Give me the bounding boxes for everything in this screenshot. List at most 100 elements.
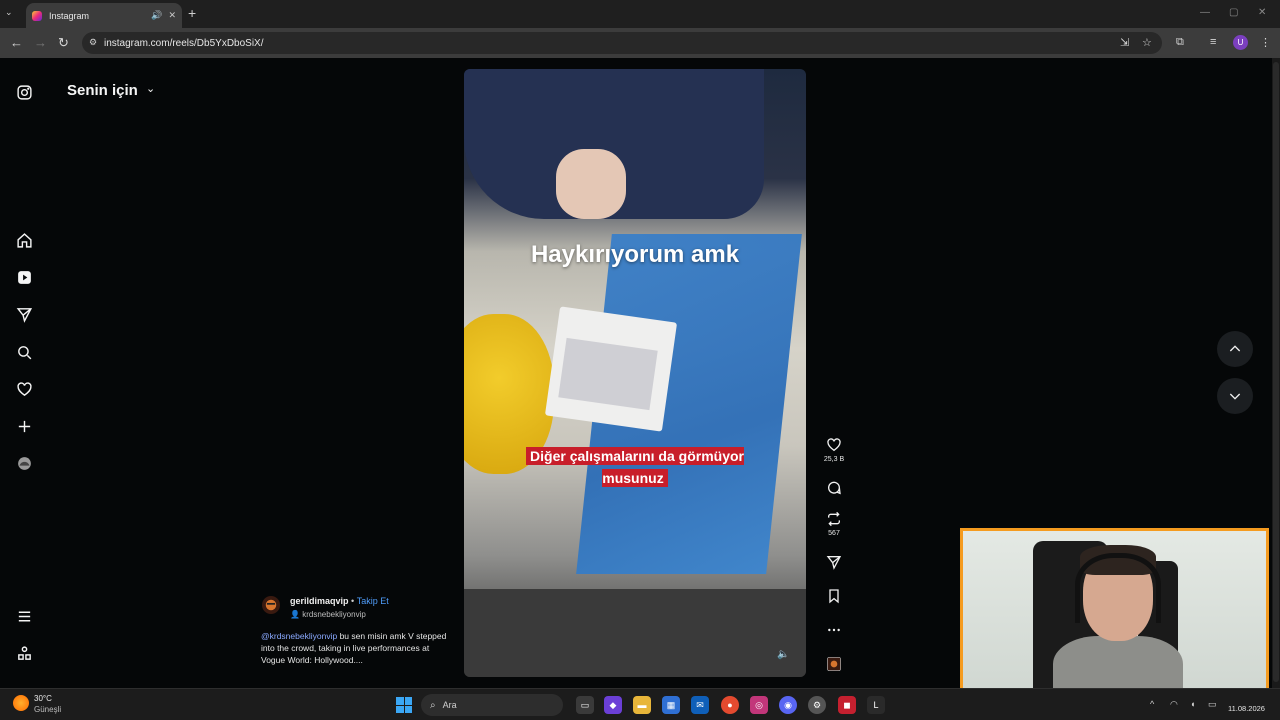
volume-icon[interactable]: ◖ [1190, 699, 1195, 709]
riot-icon[interactable]: ◼ [838, 696, 856, 714]
browser-tab-bar: ⌄ Instagram 🔊 ✕ + — ▢ ✕ [0, 0, 1280, 28]
video-caption-bottom-text: Diğer çalışmalarını da görmüyor musunuz [526, 447, 744, 487]
tray-chevron-icon[interactable]: ^ [1150, 699, 1154, 709]
forward-icon[interactable]: → [34, 35, 47, 50]
address-toolbar: ← → ↻ ⚙ instagram.com/reels/Db5YxDboSiX/… [0, 28, 1280, 58]
instagram-logo-icon[interactable] [14, 82, 34, 102]
author-line: gerildimaqvip • Takip Et [290, 596, 389, 606]
copilot-icon[interactable]: ◆ [604, 696, 622, 714]
next-reel-button[interactable] [1217, 378, 1253, 414]
profile-avatar[interactable]: U [1233, 35, 1248, 50]
page-scrollbar[interactable] [1272, 58, 1280, 688]
profile-avatar-icon[interactable] [14, 453, 34, 473]
url-text: instagram.com/reels/Db5YxDboSiX/ [104, 37, 264, 49]
league-icon[interactable]: L [867, 696, 885, 714]
windows-start-icon[interactable] [396, 697, 412, 713]
more-dots-icon [828, 628, 840, 632]
taskbar-search[interactable]: ⌕ Ara [421, 694, 563, 716]
tab-list-icon[interactable]: ⌄ [5, 7, 13, 18]
bookmark-icon [829, 589, 839, 604]
reels-icon[interactable] [14, 267, 34, 287]
weather-temperature[interactable]: 30°C [34, 694, 52, 703]
reload-icon[interactable]: ↻ [58, 35, 69, 51]
video-caption-bottom: Diğer çalışmalarını da görmüyor musunuz [509, 445, 761, 489]
audio-line[interactable]: 👤 krdsnebekliyonvip [290, 610, 366, 619]
media-control-icon[interactable]: ≡ [1210, 36, 1216, 48]
feed-title[interactable]: Senin için [67, 82, 138, 99]
steam-icon[interactable]: ⚙ [808, 696, 826, 714]
menu-kebab-icon[interactable]: ⋮ [1260, 36, 1271, 49]
video-scene-box-contents [558, 337, 658, 411]
share-button[interactable] [820, 554, 848, 573]
weather-sun-icon[interactable] [13, 695, 29, 711]
maximize-icon[interactable]: ▢ [1229, 7, 1238, 18]
follow-button[interactable]: Takip Et [357, 596, 389, 606]
speaker-icon[interactable]: 🔊 [151, 10, 162, 21]
post-description[interactable]: @krdsnebekliyonvip bu sen misin amk V st… [261, 630, 449, 666]
taskbar-date[interactable]: 11.08.2026 [1228, 704, 1265, 713]
site-info-icon[interactable]: ⚙ [89, 37, 97, 48]
chevron-down-icon[interactable]: ⌄ [146, 82, 155, 95]
create-plus-icon[interactable] [14, 416, 34, 436]
install-app-icon[interactable]: ⇲ [1120, 36, 1129, 49]
close-tab-icon[interactable]: ✕ [168, 10, 176, 21]
author-separator: • [351, 596, 355, 606]
previous-reel-button[interactable] [1217, 331, 1253, 367]
mute-icon[interactable]: 🔈 [777, 649, 789, 660]
apps-grid-icon[interactable] [14, 643, 34, 663]
discord-icon[interactable]: ◉ [779, 696, 797, 714]
back-icon[interactable]: ← [10, 35, 23, 50]
messages-send-icon[interactable] [14, 304, 34, 324]
audio-name: krdsnebekliyonvip [302, 610, 366, 619]
chrome-icon[interactable]: ● [721, 696, 739, 714]
tab-title: Instagram [49, 10, 90, 21]
more-menu-icon[interactable] [14, 606, 34, 626]
webcam-overlay [960, 528, 1269, 704]
author-avatar[interactable] [262, 596, 280, 614]
repost-count: 567 [828, 530, 840, 537]
instagram-app-icon[interactable]: ◎ [750, 696, 768, 714]
chevron-up-icon [1229, 345, 1241, 352]
file-explorer-icon[interactable]: ▬ [633, 696, 651, 714]
reel-video[interactable]: Haykırıyorum amk Diğer çalışmalarını da … [464, 69, 806, 677]
search-icon[interactable] [14, 342, 34, 362]
audio-avatar-icon [827, 657, 841, 671]
store-icon[interactable]: ▦ [662, 696, 680, 714]
taskbar-search-placeholder: Ara [442, 700, 457, 710]
url-field[interactable]: ⚙ instagram.com/reels/Db5YxDboSiX/ [82, 32, 1162, 54]
save-button[interactable] [820, 588, 848, 607]
mention-link[interactable]: @krdsnebekliyonvip [261, 631, 337, 641]
video-caption-top: Haykırıyorum amk [530, 241, 740, 268]
home-icon[interactable] [14, 230, 34, 250]
notifications-heart-icon[interactable] [14, 379, 34, 399]
bookmark-star-icon[interactable]: ☆ [1142, 36, 1152, 49]
send-icon [826, 556, 842, 570]
close-window-icon[interactable]: ✕ [1258, 7, 1266, 18]
headset-icon [1075, 553, 1161, 623]
heart-icon [827, 438, 841, 452]
minimize-icon[interactable]: — [1200, 7, 1210, 18]
task-view-icon[interactable]: ▭ [576, 696, 594, 714]
mail-icon[interactable]: ✉ [691, 696, 709, 714]
author-avatar-icon [265, 599, 277, 611]
browser-tab-instagram[interactable]: Instagram 🔊 ✕ [26, 3, 182, 28]
wifi-icon[interactable]: ◠ [1170, 699, 1178, 710]
scrollbar-thumb[interactable] [1273, 62, 1279, 682]
audio-thumbnail[interactable] [820, 656, 848, 675]
comment-button[interactable] [820, 480, 848, 499]
extensions-icon[interactable]: ⧉ [1176, 36, 1184, 49]
instagram-favicon-icon [32, 10, 42, 21]
user-small-icon: 👤 [290, 610, 300, 619]
windows-taskbar: 30°C Güneşli ⌕ Ara ▭ ◆ ▬ ▦ ✉ ● ◎ ◉ ⚙ ◼ L… [0, 688, 1280, 720]
repost-icon [828, 511, 840, 527]
repost-button[interactable]: 567 [820, 511, 848, 537]
video-scene-hands [556, 149, 626, 219]
battery-icon[interactable]: ▭ [1208, 699, 1217, 710]
new-tab-button[interactable]: + [188, 5, 196, 21]
weather-condition[interactable]: Güneşli [34, 705, 61, 714]
more-options-button[interactable] [820, 622, 848, 641]
video-scene-floor [464, 589, 806, 677]
comment-icon [828, 481, 841, 495]
like-button[interactable]: 25,3 B [820, 437, 848, 463]
author-username[interactable]: gerildimaqvip [290, 596, 349, 606]
